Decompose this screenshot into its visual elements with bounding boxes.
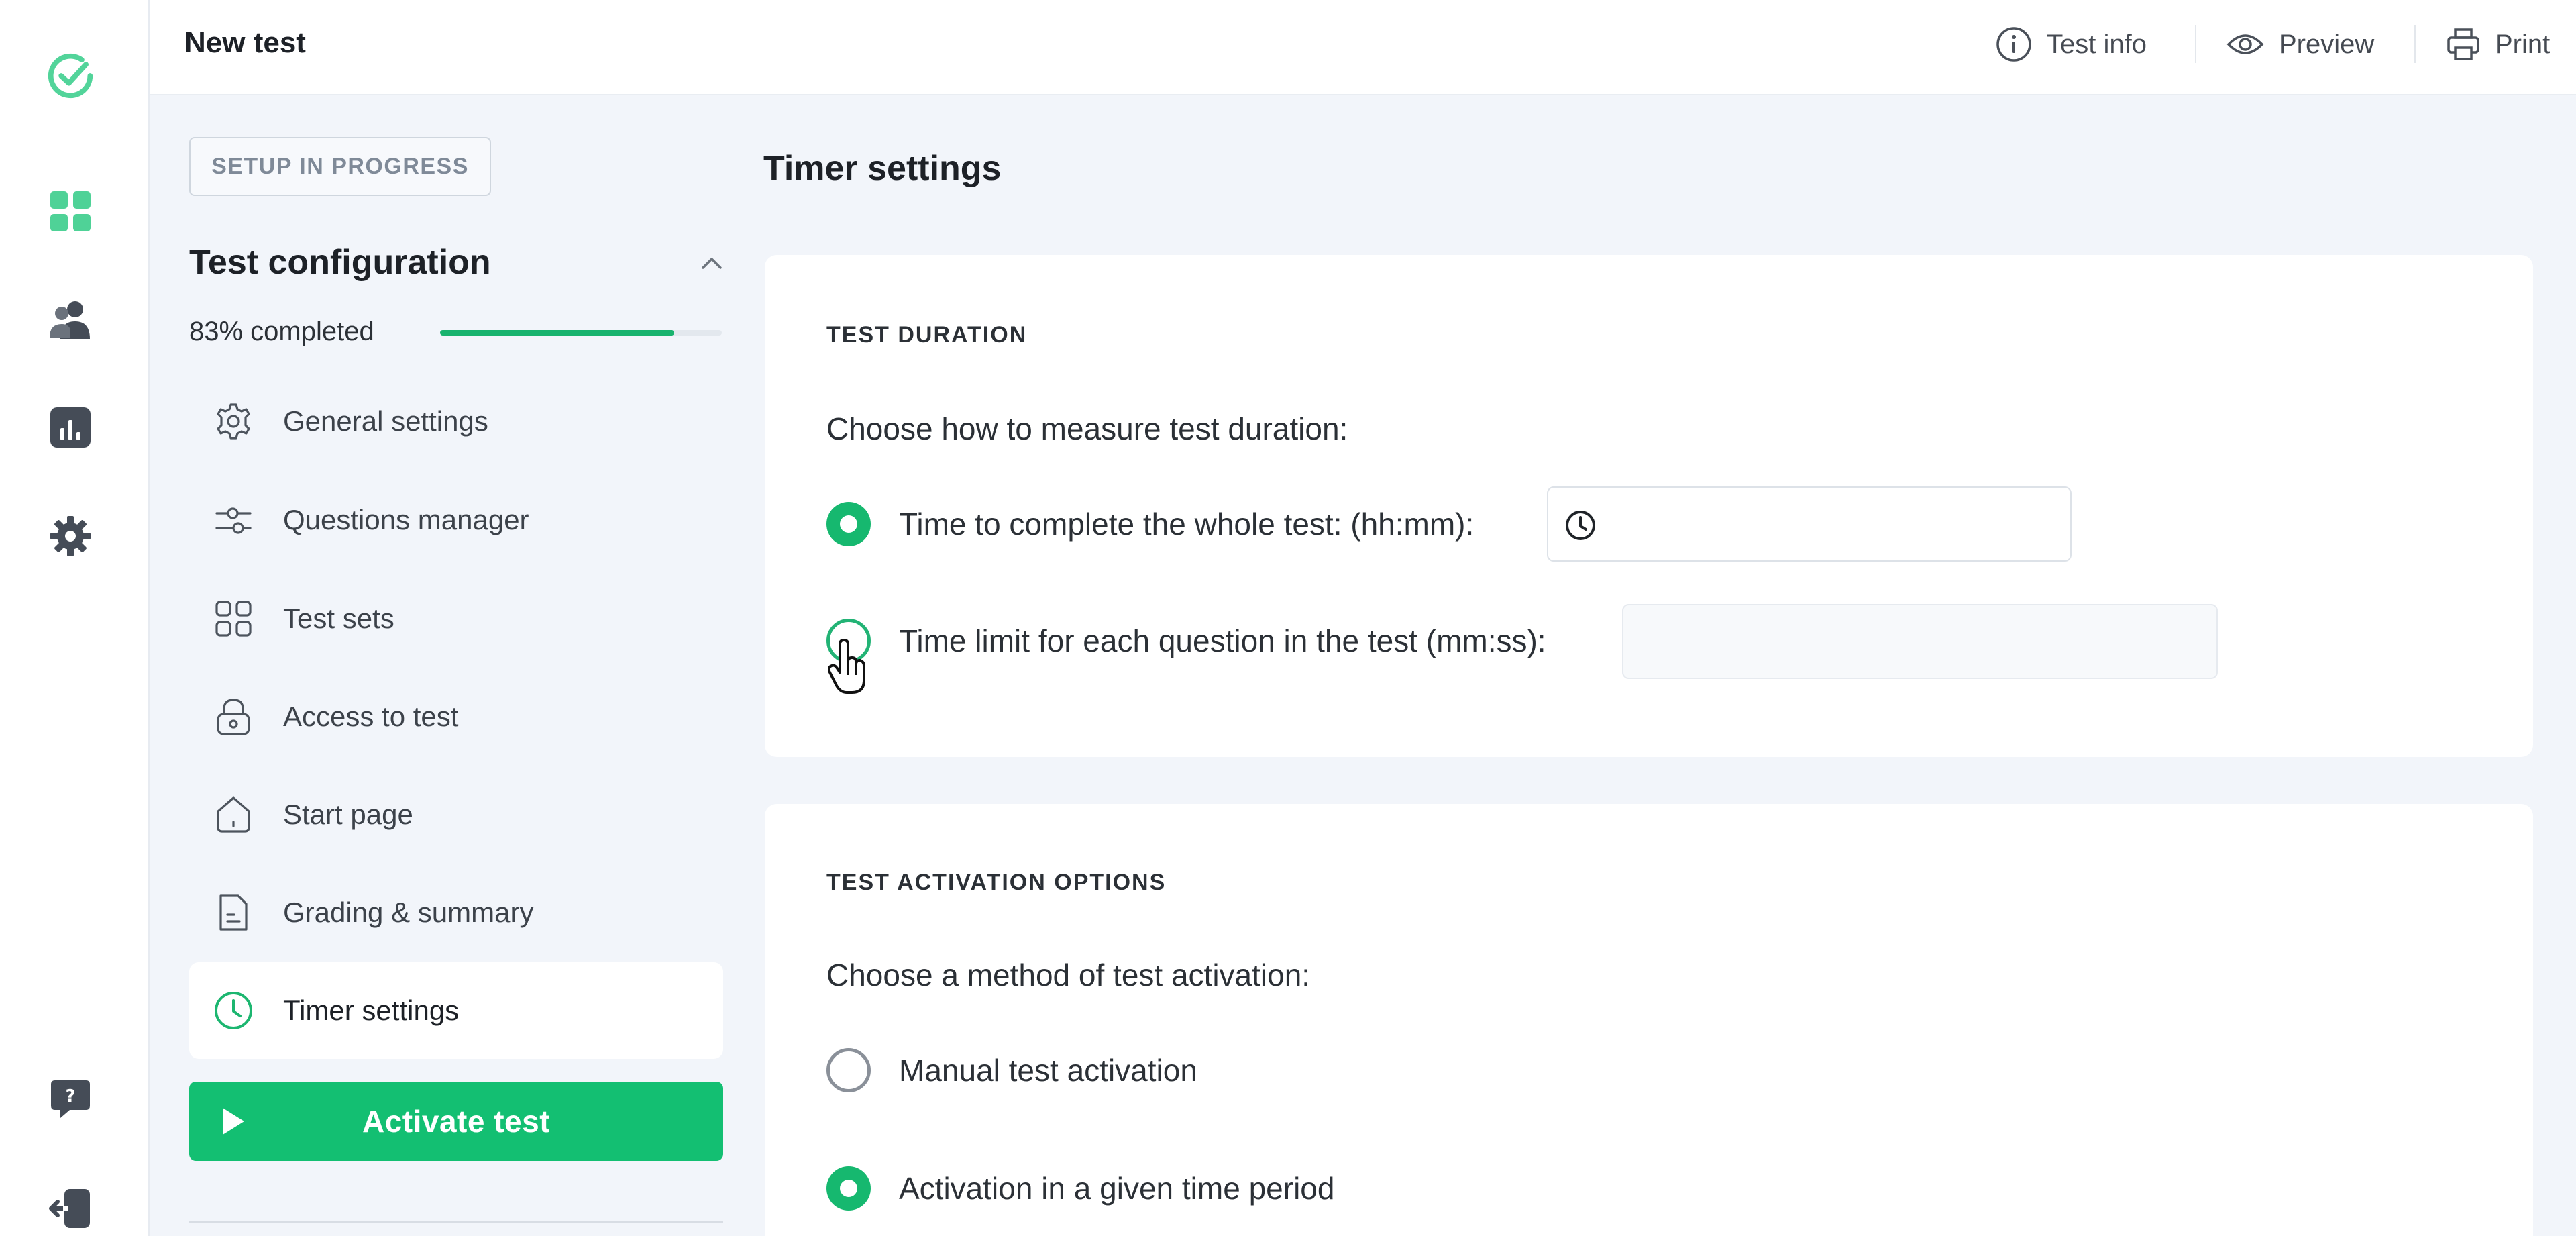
home-icon [212, 793, 255, 836]
gear-outline-icon [212, 400, 255, 443]
card-prompt: Choose how to measure test duration: [826, 411, 1348, 446]
nav-label: Test sets [283, 603, 394, 634]
config-title: Test configuration [189, 243, 491, 282]
nav-label: Questions manager [283, 504, 529, 535]
nav-label: General settings [283, 405, 488, 437]
test-info-label: Test info [2047, 29, 2147, 59]
per-question-time-input[interactable] [1622, 604, 2218, 679]
nav-label: Grading & summary [283, 896, 534, 928]
test-duration-card: TEST DURATION Choose how to measure test… [765, 255, 2533, 757]
gear-icon[interactable] [46, 511, 95, 561]
activate-test-label: Activate test [362, 1104, 551, 1139]
nav-item-test-sets[interactable]: Test sets [189, 570, 723, 667]
nav-divider [189, 1221, 723, 1223]
help-chat-icon[interactable]: ? [46, 1075, 95, 1125]
nav-label: Timer settings [283, 994, 460, 1026]
activation-option-time-period[interactable]: Activation in a given time period [826, 1165, 1334, 1212]
radio-manual-activation[interactable] [826, 1048, 871, 1092]
duration-option-whole-test[interactable]: Time to complete the whole test: (hh:mm)… [826, 501, 1474, 548]
users-icon[interactable] [46, 295, 95, 345]
radio-time-period[interactable] [826, 1166, 871, 1211]
activate-test-button[interactable]: Activate test [189, 1082, 723, 1161]
print-button[interactable]: Print [2447, 25, 2550, 63]
svg-text:?: ? [65, 1086, 75, 1106]
header-divider [2195, 25, 2196, 63]
lock-icon [212, 695, 255, 738]
preview-button[interactable]: Preview [2226, 25, 2374, 63]
nav-item-grading-summary[interactable]: Grading & summary [189, 864, 723, 961]
card-prompt: Choose a method of test activation: [826, 958, 1311, 992]
nav-item-questions-manager[interactable]: Questions manager [189, 472, 723, 568]
radio-label: Manual test activation [899, 1053, 1197, 1088]
duration-option-per-question[interactable]: Time limit for each question in the test… [826, 617, 1546, 664]
print-label: Print [2495, 29, 2551, 59]
document-icon [212, 891, 255, 934]
card-heading: TEST ACTIVATION OPTIONS [826, 870, 1167, 895]
card-heading: TEST DURATION [826, 322, 1028, 348]
nav-item-general-settings[interactable]: General settings [189, 373, 723, 470]
nav-label: Access to test [283, 701, 459, 732]
chart-icon[interactable] [46, 403, 95, 452]
header-divider [2414, 25, 2416, 63]
left-rail: ? [0, 0, 150, 1236]
nav-item-start-page[interactable]: Start page [189, 766, 723, 863]
progress-bar [440, 330, 722, 336]
grid-squares-icon [212, 597, 255, 640]
radio-whole-test[interactable] [826, 502, 871, 546]
status-badge: SETUP IN PROGRESS [189, 137, 491, 196]
progress-text: 83% completed [189, 317, 374, 346]
dashboard-grid-icon[interactable] [46, 187, 95, 236]
app-root: ? New test Test info Preview Print SETUP… [0, 0, 2576, 1236]
nav-item-timer-settings[interactable]: Timer settings [189, 962, 723, 1059]
radio-per-question[interactable] [826, 619, 871, 663]
progress-fill [440, 330, 674, 336]
whole-test-time-input[interactable] [1547, 486, 2072, 562]
nav-item-access-to-test[interactable]: Access to test [189, 668, 723, 765]
chevron-up-icon [702, 258, 722, 269]
clock-icon [1566, 511, 1595, 540]
page-title: New test [184, 26, 306, 59]
logout-icon[interactable] [46, 1184, 95, 1233]
check-circle-logo-icon[interactable] [46, 51, 95, 101]
collapse-button[interactable] [696, 250, 727, 276]
printer-icon [2447, 28, 2479, 60]
test-activation-card: TEST ACTIVATION OPTIONS Choose a method … [765, 804, 2533, 1236]
top-header: New test Test info Preview Print [150, 0, 2576, 95]
radio-label: Activation in a given time period [899, 1171, 1335, 1206]
eye-icon [2226, 34, 2264, 54]
preview-label: Preview [2279, 29, 2375, 59]
section-title: Timer settings [763, 149, 1002, 188]
activation-option-manual[interactable]: Manual test activation [826, 1047, 1197, 1094]
sliders-icon [212, 499, 255, 542]
clock-icon [212, 989, 255, 1032]
radio-label: Time limit for each question in the test… [899, 623, 1546, 658]
radio-label: Time to complete the whole test: (hh:mm)… [899, 507, 1474, 542]
test-info-button[interactable]: Test info [1996, 25, 2147, 63]
nav-label: Start page [283, 799, 413, 830]
info-icon [1996, 27, 2031, 62]
